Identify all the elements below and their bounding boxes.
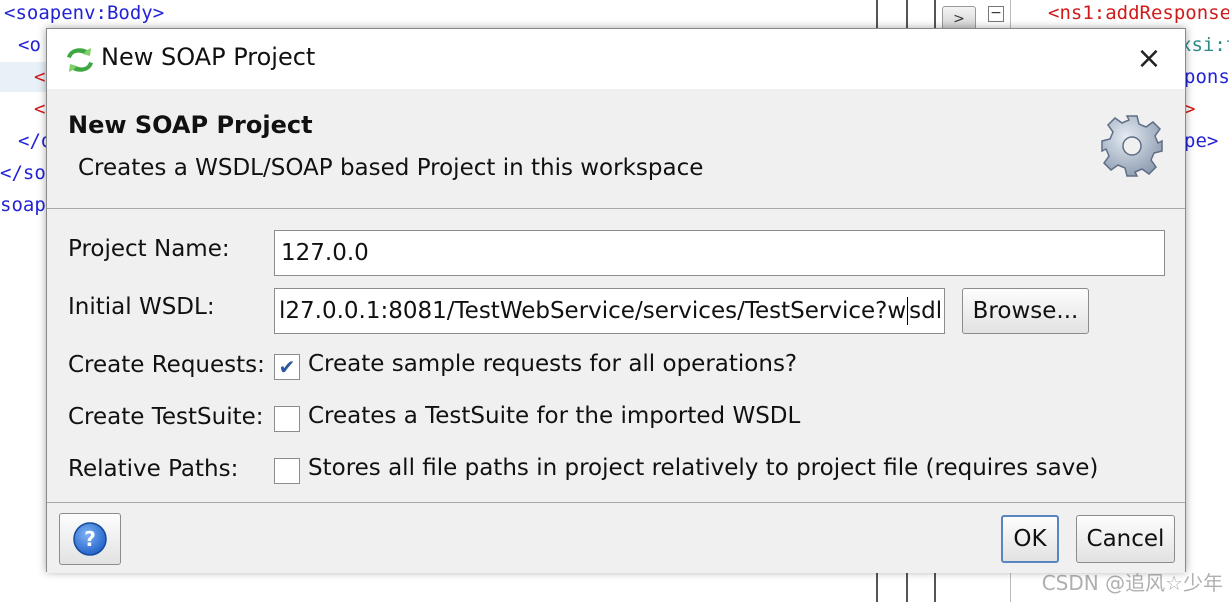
cancel-button[interactable]: Cancel xyxy=(1076,515,1175,563)
code-line: <ns1:addResponse xyxy=(1048,2,1229,24)
header-title: New SOAP Project xyxy=(68,111,313,139)
collapse-icon[interactable]: − xyxy=(988,6,1004,22)
header-description: Creates a WSDL/SOAP based Project in thi… xyxy=(78,155,704,181)
code-line: pe> xyxy=(1184,130,1219,152)
close-icon[interactable]: × xyxy=(1129,39,1169,79)
dialog-title: New SOAP Project xyxy=(101,43,316,71)
initial-wsdl-input[interactable]: l27.0.0.1:8081/TestWebService/services/T… xyxy=(274,288,945,334)
code-line: xsi:ty xyxy=(1180,34,1229,56)
code-line: pons xyxy=(1184,66,1229,88)
create-testsuite-checkbox[interactable] xyxy=(274,406,300,432)
project-name-input[interactable]: 127.0.0 xyxy=(274,230,1165,276)
ok-button[interactable]: OK xyxy=(1001,515,1059,563)
initial-wsdl-value-tail: sdl xyxy=(909,298,943,324)
code-line: <o xyxy=(18,34,41,56)
relative-paths-text: Stores all file paths in project relativ… xyxy=(308,455,1099,481)
new-soap-project-dialog: New SOAP Project × New SOAP Project Crea… xyxy=(46,28,1186,573)
dialog-header: New SOAP Project Creates a WSDL/SOAP bas… xyxy=(47,89,1185,209)
code-line: <soapenv:Body> xyxy=(4,2,165,24)
gear-icon xyxy=(1101,115,1163,177)
create-requests-text: Create sample requests for all operation… xyxy=(308,351,798,377)
browse-button[interactable]: Browse... xyxy=(962,288,1089,334)
dialog-footer: ? OK Cancel xyxy=(47,502,1185,573)
svg-text:?: ? xyxy=(84,527,96,551)
help-button[interactable]: ? xyxy=(59,513,121,565)
code-line: < xyxy=(34,66,46,88)
project-name-label: Project Name: xyxy=(68,236,230,262)
help-icon: ? xyxy=(73,522,107,556)
create-testsuite-label: Create TestSuite: xyxy=(68,404,264,430)
create-requests-label: Create Requests: xyxy=(68,352,265,378)
relative-paths-label: Relative Paths: xyxy=(68,456,239,482)
dialog-titlebar: New SOAP Project × xyxy=(47,29,1185,89)
text-caret xyxy=(907,297,909,325)
project-name-value: 127.0.0 xyxy=(281,240,369,266)
initial-wsdl-value: l27.0.0.1:8081/TestWebService/services/T… xyxy=(279,298,907,324)
create-testsuite-text: Creates a TestSuite for the imported WSD… xyxy=(308,403,801,429)
relative-paths-checkbox[interactable] xyxy=(274,458,300,484)
code-line: < xyxy=(34,98,46,120)
form-panel: Project Name: 127.0.0 Initial WSDL: l27.… xyxy=(47,210,1185,502)
create-requests-checkbox[interactable]: ✔ xyxy=(274,354,300,380)
soapui-logo-icon xyxy=(67,48,93,72)
initial-wsdl-label: Initial WSDL: xyxy=(68,294,215,320)
code-line: soap xyxy=(0,194,46,216)
